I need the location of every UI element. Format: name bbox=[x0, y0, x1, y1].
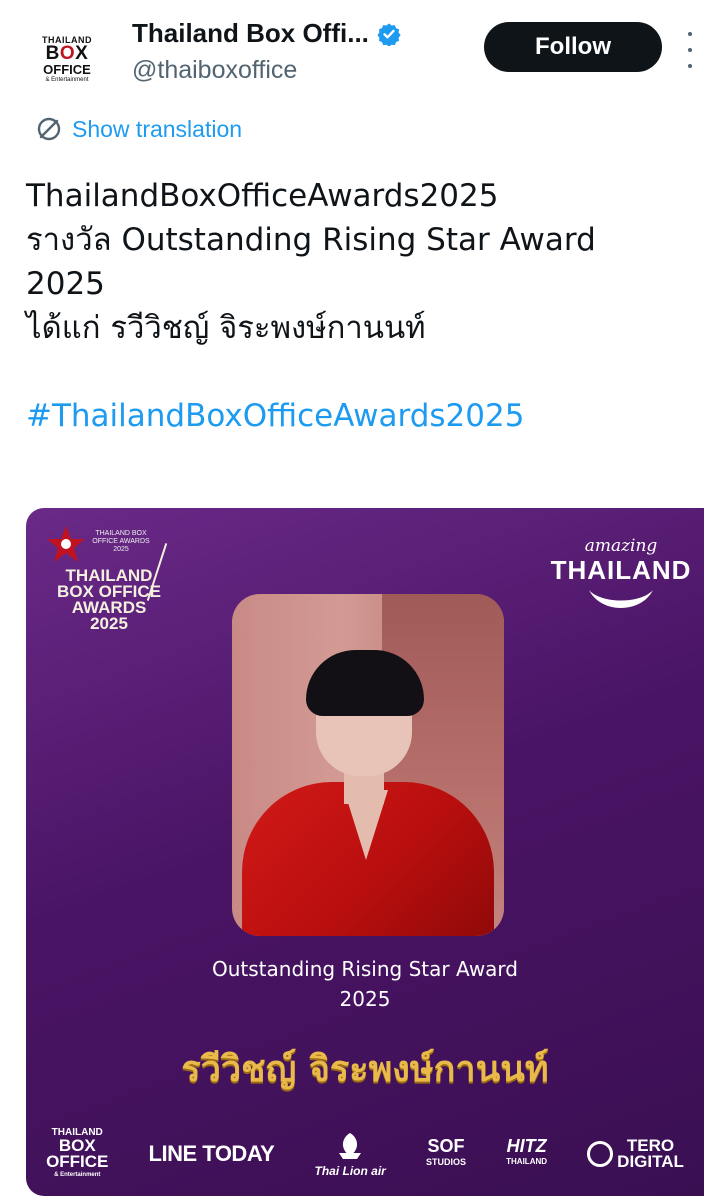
award-title: Outstanding Rising Star Award 2025 bbox=[26, 954, 704, 1014]
hashtag-link[interactable]: #ThailandBoxOfficeAwards2025 bbox=[26, 394, 686, 438]
tweet-line: รางวัล Outstanding Rising Star Award bbox=[26, 222, 596, 258]
sponsor-logos: THAILAND BOX OFFICE & Entertainment LINE… bbox=[26, 1124, 704, 1184]
award-title-line1: Outstanding Rising Star Award bbox=[211, 957, 518, 981]
show-translation-label[interactable]: Show translation bbox=[72, 116, 242, 143]
follow-button[interactable]: Follow bbox=[484, 22, 662, 72]
sponsor-tbo-logo: THAILAND BOX OFFICE & Entertainment bbox=[46, 1127, 109, 1178]
thailand-text: THAILAND bbox=[550, 555, 692, 585]
tweet-line: 2025 bbox=[26, 266, 105, 302]
avatar[interactable]: THAILAND BOX OFFICE & Entertainment bbox=[26, 18, 108, 100]
tero-circle-icon bbox=[587, 1141, 614, 1167]
display-name[interactable]: Thailand Box Offi... bbox=[132, 18, 369, 49]
sponsor-tero-digital-logo: TERO DIGITAL bbox=[587, 1137, 684, 1170]
awards-logo: THAILAND BOX OFFICE AWARDS 2025 THAILAND… bbox=[46, 524, 176, 634]
more-options-icon[interactable] bbox=[680, 32, 700, 68]
tweet-media-image[interactable]: THAILAND BOX OFFICE AWARDS 2025 THAILAND… bbox=[26, 508, 704, 1196]
logo-title: THAILAND BOX OFFICE AWARDS 2025 bbox=[54, 567, 164, 633]
amazing-text: amazing bbox=[584, 536, 658, 556]
tweet-header: THAILAND BOX OFFICE & Entertainment Thai… bbox=[0, 0, 704, 100]
logo-small-text: THAILAND BOX OFFICE AWARDS 2025 bbox=[92, 530, 150, 553]
sponsor-line-today-logo: LINE TODAY bbox=[148, 1141, 275, 1166]
winner-name: รวีวิชญ์ จิระพงษ์กานนท์ bbox=[181, 1049, 549, 1090]
translate-icon bbox=[37, 117, 61, 141]
tweet-line: ได้แก่ รวีวิชญ์ จิระพงษ์กานนท์ bbox=[26, 310, 426, 346]
lion-icon bbox=[339, 1132, 362, 1159]
avatar-text-line4: & Entertainment bbox=[45, 76, 89, 83]
avatar-text-line3: OFFICE bbox=[43, 61, 91, 77]
tweet-line: ThailandBoxOfficeAwards2025 bbox=[26, 178, 499, 214]
star-icon bbox=[47, 526, 85, 562]
show-translation-link[interactable]: Show translation bbox=[34, 114, 242, 144]
handle[interactable]: @thaiboxoffice bbox=[132, 56, 297, 85]
award-title-line2: 2025 bbox=[339, 987, 391, 1011]
sponsor-hitz-thailand-logo: HITZ THAILAND bbox=[506, 1136, 548, 1166]
amazing-thailand-logo: amazing THAILAND bbox=[546, 536, 696, 616]
smile-swoosh-icon bbox=[589, 590, 653, 608]
tweet-text: ThailandBoxOfficeAwards2025 รางวัล Outst… bbox=[26, 174, 686, 438]
sponsor-thai-lion-air-logo: Thai Lion air bbox=[315, 1131, 386, 1178]
winner-photo bbox=[232, 594, 504, 936]
display-name-row[interactable]: Thailand Box Offi... bbox=[132, 18, 401, 49]
verified-badge-icon bbox=[377, 23, 401, 46]
logo-title-line: 2025 bbox=[90, 614, 128, 633]
avatar-text-line2: BOX bbox=[45, 42, 89, 64]
sponsor-sof-studios-logo: SOF STUDIOS bbox=[425, 1136, 466, 1167]
